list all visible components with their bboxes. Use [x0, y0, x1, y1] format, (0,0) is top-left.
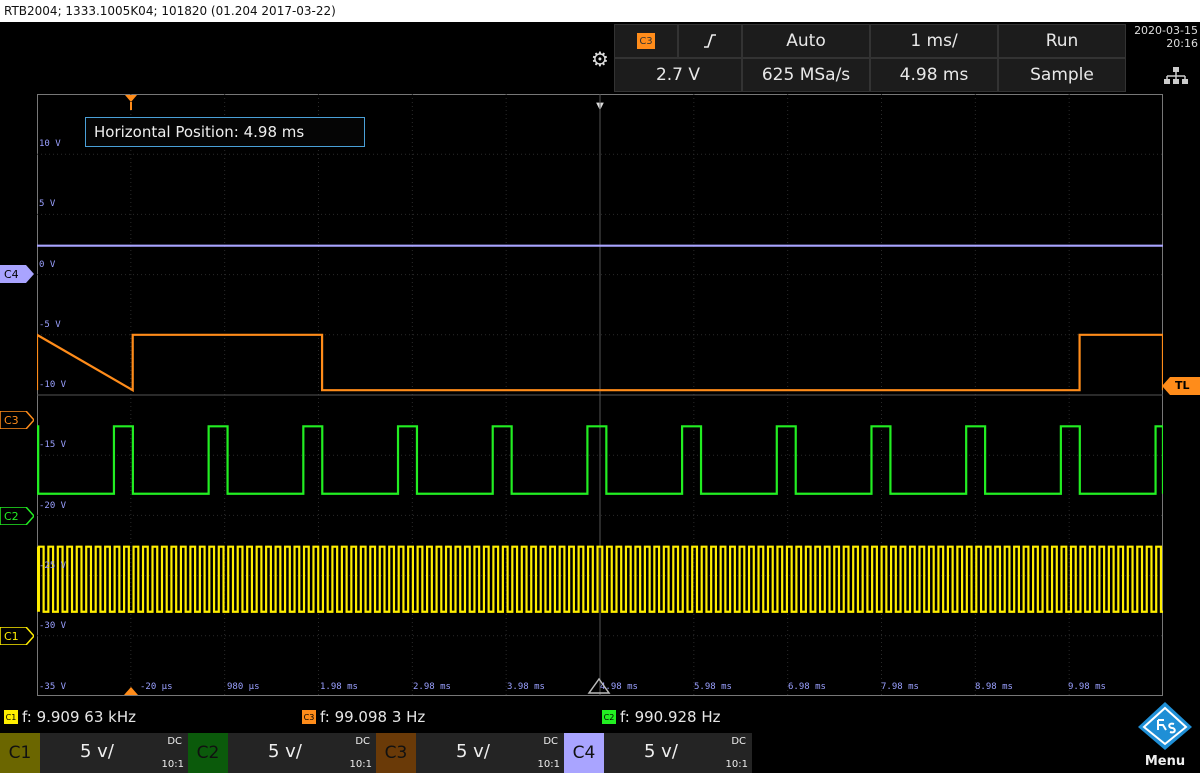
horizontal-position-button[interactable]: 4.98 ms [870, 58, 998, 92]
trigger-position-marker[interactable] [124, 94, 138, 110]
coupling: DC [355, 736, 370, 747]
marker-label: C4 [4, 267, 19, 281]
marker-label: C3 [4, 413, 19, 427]
marker-label: TL [1175, 379, 1190, 392]
vertical-scale: 5 v/ [456, 741, 490, 762]
channel-tile-c2[interactable]: C2 5 v/ DC 10:1 [188, 733, 376, 773]
channel-name: C4 [564, 733, 604, 773]
x-label: -20 µs [140, 682, 173, 692]
y-label: -35 V [39, 682, 67, 692]
gear-icon: ⚙ [591, 47, 609, 71]
vertical-scale: 5 v/ [644, 741, 678, 762]
channel-name: C1 [0, 733, 40, 773]
marker-label: C1 [4, 629, 19, 643]
trigger-source-badge: C3 [637, 33, 655, 49]
timebase-button[interactable]: 1 ms/ [870, 24, 998, 58]
channel-tile-c1[interactable]: C1 5 v/ DC 10:1 [0, 733, 188, 773]
x-label: 9.98 ms [1068, 682, 1106, 692]
acquisition-mode-button[interactable]: Sample [998, 58, 1126, 92]
horizontal-reference-marker [587, 677, 611, 694]
y-label: 5 V [39, 199, 56, 209]
channel-settings: 5 v/ DC 10:1 [40, 733, 188, 773]
x-label: 3.98 ms [507, 682, 545, 692]
sample-rate-readout[interactable]: 625 MSa/s [742, 58, 870, 92]
measurement-value: f: 990.928 Hz [620, 708, 721, 726]
probe-ratio: 10:1 [161, 759, 184, 770]
coupling: DC [543, 736, 558, 747]
measurement-bar: C1 f: 9.909 63 kHz C3 f: 99.098 3 Hz C2 … [0, 704, 1130, 730]
channel-swatch: C1 [4, 710, 18, 724]
x-label: 1.98 ms [320, 682, 358, 692]
x-label: 7.98 ms [881, 682, 919, 692]
channel-tile-c3[interactable]: C3 5 v/ DC 10:1 [376, 733, 564, 773]
top-control-bar: ⚙ ▼ C3 Auto 1 ms/ Run 2.7 V 625 MSa/s 4.… [0, 22, 1200, 112]
y-label: 10 V [39, 139, 61, 149]
probe-ratio: 10:1 [725, 759, 748, 770]
channel-marker-c1[interactable]: C1 [0, 627, 34, 645]
trigger-level-marker[interactable]: TL [1162, 377, 1200, 395]
time-label: 20:16 [1166, 37, 1198, 50]
rising-edge-icon [704, 34, 716, 48]
menu-button[interactable]: Menu [1130, 700, 1200, 773]
channel-settings: 5 v/ DC 10:1 [416, 733, 564, 773]
y-label: -15 V [39, 440, 67, 450]
x-label: 5.98 ms [694, 682, 732, 692]
channel-tile-c4[interactable]: C4 5 v/ DC 10:1 [564, 733, 752, 773]
waveform-plot [37, 94, 1163, 696]
channel-bar: C1 5 v/ DC 10:1 C2 5 v/ DC 10:1 C3 5 v/ … [0, 733, 1130, 773]
trigger-mode-button[interactable]: Auto [742, 24, 870, 58]
probe-ratio: 10:1 [349, 759, 372, 770]
channel-settings: 5 v/ DC 10:1 [604, 733, 752, 773]
x-label: 980 µs [227, 682, 260, 692]
measurement-value: f: 9.909 63 kHz [22, 708, 136, 726]
channel-swatch: C2 [602, 710, 616, 724]
x-label: 2.98 ms [413, 682, 451, 692]
y-label: -25 V [39, 561, 67, 571]
date-time: 2020-03-15 20:16 [1128, 24, 1198, 50]
channel-marker-c4[interactable]: C4 [0, 265, 34, 283]
coupling: DC [731, 736, 746, 747]
window-title: RTB2004; 1333.1005K04; 101820 (01.204 20… [0, 0, 1200, 22]
measurement-c3[interactable]: C3 f: 99.098 3 Hz [302, 708, 425, 726]
y-label: -30 V [39, 621, 67, 631]
channel-settings: 5 v/ DC 10:1 [228, 733, 376, 773]
rohde-schwarz-logo-icon [1138, 702, 1192, 750]
y-label: -5 V [39, 320, 61, 330]
channel-swatch: C3 [302, 710, 316, 724]
channel-marker-c3[interactable]: C3 [0, 411, 34, 429]
measurement-c1[interactable]: C1 f: 9.909 63 kHz [4, 708, 136, 726]
y-label: -20 V [39, 501, 67, 511]
trigger-slope-button[interactable] [678, 24, 742, 58]
y-label: -10 V [39, 380, 67, 390]
measurement-c2[interactable]: C2 f: 990.928 Hz [602, 708, 721, 726]
network-icon [1164, 67, 1188, 84]
x-label: 8.98 ms [975, 682, 1013, 692]
channel-marker-c2[interactable]: C2 [0, 507, 34, 525]
marker-label: C2 [4, 509, 19, 523]
channel-name: C2 [188, 733, 228, 773]
measurement-value: f: 99.098 3 Hz [320, 708, 426, 726]
trigger-time-marker [124, 687, 138, 695]
run-stop-button[interactable]: Run [998, 24, 1126, 58]
vertical-scale: 5 v/ [80, 741, 114, 762]
vertical-scale: 5 v/ [268, 741, 302, 762]
y-label: 0 V [39, 260, 56, 270]
x-label: 6.98 ms [788, 682, 826, 692]
horizontal-position-tooltip: Horizontal Position: 4.98 ms [85, 117, 365, 147]
date-label: 2020-03-15 [1134, 24, 1198, 37]
menu-label: Menu [1144, 754, 1186, 769]
channel-name: C3 [376, 733, 416, 773]
probe-ratio: 10:1 [537, 759, 560, 770]
trigger-source-button[interactable]: C3 [614, 24, 678, 58]
trigger-level-button[interactable]: 2.7 V [614, 58, 742, 92]
coupling: DC [167, 736, 182, 747]
